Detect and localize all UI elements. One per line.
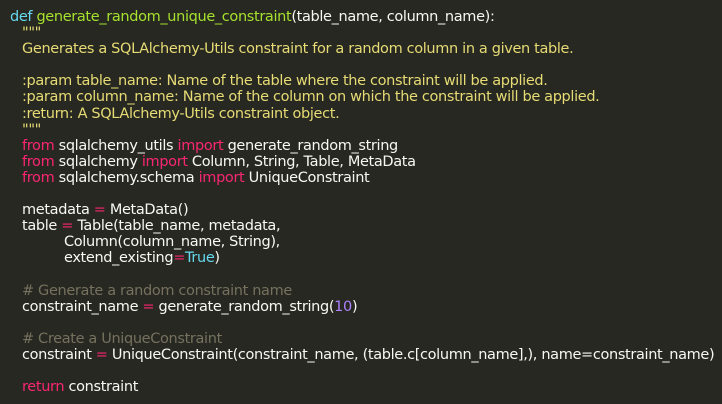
assign-operator: = <box>173 250 185 267</box>
assign-operator: = <box>142 298 155 315</box>
keyword-import: import <box>198 169 245 186</box>
close-paren: ) <box>214 250 220 267</box>
code-line-11: from sqlalchemy.schema import UniqueCons… <box>10 170 722 186</box>
code-line-24: return constraint <box>10 379 722 395</box>
docstring-param-column: :param column_name: Name of the column o… <box>22 89 600 106</box>
comment: # Generate a random constraint name <box>22 282 292 299</box>
keyword-from: from <box>22 153 55 170</box>
function-params: (table_name, column_name): <box>291 9 495 25</box>
keyword-def: def <box>10 9 33 25</box>
docstring-close: """ <box>22 121 41 138</box>
docstring-summary: Generates a SQLAlchemy-Utils constraint … <box>22 41 574 58</box>
kwarg-name: extend_existing <box>64 250 174 267</box>
variable-name: metadata <box>22 202 90 219</box>
expression: MetaData() <box>109 202 189 219</box>
code-line-3: Generates a SQLAlchemy-Utils constraint … <box>10 41 722 57</box>
code-line-20-blank <box>10 315 722 331</box>
number-literal: 10 <box>334 298 352 315</box>
import-names: UniqueConstraint <box>248 169 370 186</box>
code-line-6: :param column_name: Name of the column o… <box>10 89 722 105</box>
variable-name: constraint_name <box>22 298 139 315</box>
module-name: sqlalchemy_utils <box>58 137 174 154</box>
code-line-23-blank <box>10 363 722 379</box>
expression: Table(table_name, metadata, <box>77 218 281 235</box>
code-line-21: # Create a UniqueConstraint <box>10 331 722 347</box>
return-value: constraint <box>68 379 139 396</box>
keyword-return: return <box>22 379 65 396</box>
code-line-1: def generate_random_unique_constraint(ta… <box>10 9 722 25</box>
keyword-from: from <box>22 169 55 186</box>
code-line-10: from sqlalchemy import Column, String, T… <box>10 154 722 170</box>
code-line-8: """ <box>10 122 722 138</box>
code-line-19: constraint_name = generate_random_string… <box>10 299 722 315</box>
import-names: Column, String, Table, MetaData <box>191 153 416 170</box>
code-line-15: Column(column_name, String), <box>10 234 722 250</box>
code-line-5: :param table_name: Name of the table whe… <box>10 73 722 89</box>
code-line-4-blank <box>10 57 722 73</box>
module-name: sqlalchemy.schema <box>58 169 195 186</box>
code-line-17-blank <box>10 267 722 283</box>
code-line-22: constraint = UniqueConstraint(constraint… <box>10 347 722 363</box>
keyword-import: import <box>177 137 224 154</box>
code-line-12-blank <box>10 186 722 202</box>
boolean-literal: True <box>185 250 215 267</box>
function-name: generate_random_unique_constraint <box>36 9 292 25</box>
comment: # Create a UniqueConstraint <box>22 330 222 347</box>
keyword-import: import <box>141 153 188 170</box>
module-name: sqlalchemy <box>58 153 138 170</box>
variable-name: constraint <box>22 346 92 363</box>
import-names: generate_random_string <box>227 137 399 154</box>
variable-name: table <box>22 218 57 235</box>
assign-operator: = <box>93 202 106 219</box>
code-line-9: from sqlalchemy_utils import generate_ra… <box>10 138 722 154</box>
close-paren: ) <box>351 298 358 315</box>
code-line-18: # Generate a random constraint name <box>10 283 722 299</box>
function-call: generate_random_string( <box>158 298 335 315</box>
docstring-param-table: :param table_name: Name of the table whe… <box>22 73 548 90</box>
code-editor[interactable]: def generate_random_unique_constraint(ta… <box>0 0 722 404</box>
code-line-16: extend_existing=True) <box>10 250 722 266</box>
code-line-14: table = Table(table_name, metadata, <box>10 218 722 234</box>
docstring-open: """ <box>22 25 41 42</box>
code-line-13: metadata = MetaData() <box>10 202 722 218</box>
docstring-return: :return: A SQLAlchemy-Utils constraint o… <box>22 105 340 122</box>
code-line-7: :return: A SQLAlchemy-Utils constraint o… <box>10 106 722 122</box>
expression: UniqueConstraint(constraint_name, (table… <box>111 346 715 363</box>
keyword-from: from <box>22 137 55 154</box>
code-line-2: """ <box>10 25 722 41</box>
expression: Column(column_name, String), <box>64 234 280 251</box>
assign-operator: = <box>61 218 74 235</box>
assign-operator: = <box>95 346 108 363</box>
